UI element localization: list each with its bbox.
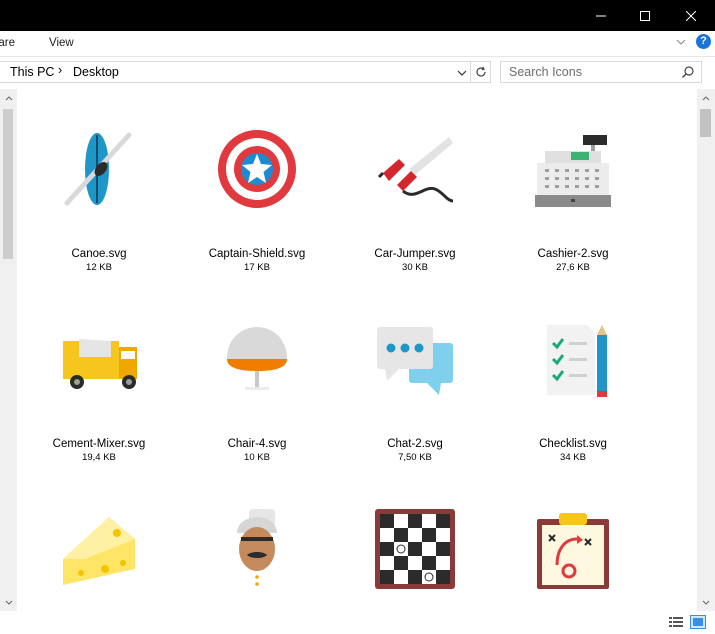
- title-bar: [0, 0, 715, 31]
- chef-icon: [237, 509, 277, 589]
- file-item-car-jumper[interactable]: Car-Jumper.svg 30 KB: [335, 89, 495, 279]
- status-bar: [0, 611, 715, 634]
- maximize-button[interactable]: [622, 0, 668, 31]
- file-item-clipboard[interactable]: [493, 469, 653, 611]
- file-size: 10 KB: [244, 452, 270, 463]
- file-item-checklist[interactable]: Checklist.svg 34 KB: [493, 279, 653, 469]
- file-item-canoe[interactable]: Canoe.svg 12 KB: [19, 89, 179, 279]
- file-item-chat-2[interactable]: Chat-2.svg 7,50 KB: [335, 279, 495, 469]
- file-grid: Canoe.svg 12 KB Captain-Shield.svg 17 KB: [17, 89, 697, 611]
- scroll-thumb[interactable]: [3, 109, 13, 259]
- scroll-down-arrow[interactable]: [0, 594, 17, 611]
- minimize-button[interactable]: [578, 0, 624, 31]
- file-size: 30 KB: [402, 262, 428, 273]
- file-size: 7,50 KB: [398, 452, 432, 463]
- right-scrollbar[interactable]: [697, 89, 715, 611]
- scroll-thumb[interactable]: [700, 109, 711, 137]
- search-box[interactable]: Search Icons: [500, 61, 702, 83]
- refresh-button[interactable]: [471, 61, 491, 83]
- tab-share[interactable]: hare: [0, 37, 15, 49]
- file-explorer-window: hare View ? This PC › Desktop Search Ico…: [0, 0, 715, 634]
- large-icons-view-icon[interactable]: [690, 615, 706, 629]
- file-name: Chair-4.svg: [227, 438, 287, 450]
- file-name: Captain-Shield.svg: [208, 248, 306, 260]
- address-row: This PC › Desktop Search Icons: [0, 57, 715, 89]
- file-item-chair-4[interactable]: Chair-4.svg 10 KB: [177, 279, 337, 469]
- file-item-chef[interactable]: [177, 469, 337, 611]
- chevron-down-icon[interactable]: [674, 35, 688, 49]
- scroll-up-arrow[interactable]: [697, 89, 714, 106]
- help-icon[interactable]: ?: [696, 34, 711, 49]
- file-size: 27,6 KB: [556, 262, 590, 273]
- scroll-up-arrow[interactable]: [0, 89, 17, 106]
- file-item-cashier-2[interactable]: Cashier-2.svg 27,6 KB: [493, 89, 653, 279]
- file-item-captain-shield[interactable]: Captain-Shield.svg 17 KB: [177, 89, 337, 279]
- file-name: Car-Jumper.svg: [374, 248, 456, 260]
- file-size: 12 KB: [86, 262, 112, 273]
- file-name: Chat-2.svg: [387, 438, 443, 450]
- left-scrollbar[interactable]: [0, 89, 17, 611]
- file-size: 17 KB: [244, 262, 270, 273]
- search-input[interactable]: Search Icons: [509, 65, 582, 79]
- close-icon: [686, 10, 696, 21]
- file-view: Canoe.svg 12 KB Captain-Shield.svg 17 KB: [0, 89, 715, 634]
- file-item-chess[interactable]: [335, 469, 495, 611]
- file-item-cement-mixer[interactable]: Cement-Mixer.svg 19,4 KB: [19, 279, 179, 469]
- file-size: 19,4 KB: [82, 452, 116, 463]
- breadcrumb-separator[interactable]: ›: [58, 63, 62, 77]
- cement-mixer-icon: [63, 339, 137, 389]
- tab-view[interactable]: View: [49, 37, 74, 49]
- cash-register-icon: [535, 135, 611, 207]
- scroll-down-arrow[interactable]: [697, 594, 714, 611]
- chair-icon: [227, 327, 287, 390]
- minimize-icon: [596, 15, 606, 16]
- maximize-icon: [640, 10, 650, 21]
- ribbon-tabs: hare View ?: [0, 31, 715, 57]
- details-view-icon[interactable]: [668, 615, 684, 629]
- clipboard-tactics-icon: [537, 513, 609, 589]
- refresh-icon: [475, 66, 486, 77]
- checklist-icon: [547, 325, 607, 397]
- file-name: Cashier-2.svg: [537, 248, 609, 260]
- search-icon[interactable]: [681, 65, 695, 79]
- chat-icon: [377, 327, 453, 395]
- close-button[interactable]: [668, 0, 714, 31]
- file-item-cheese[interactable]: [19, 469, 179, 611]
- chess-board-icon: [375, 509, 455, 589]
- captain-shield-icon: [218, 130, 296, 208]
- address-bar[interactable]: This PC › Desktop: [0, 61, 471, 83]
- file-size: 34 KB: [560, 452, 586, 463]
- breadcrumb-desktop[interactable]: Desktop: [73, 65, 119, 79]
- breadcrumb-this-pc[interactable]: This PC: [10, 65, 54, 79]
- cheese-icon: [63, 517, 135, 585]
- file-name: Canoe.svg: [71, 248, 127, 260]
- chevron-down-icon[interactable]: [455, 66, 469, 80]
- file-name: Cement-Mixer.svg: [52, 438, 146, 450]
- file-name: Checklist.svg: [539, 438, 607, 450]
- car-jumper-icon: [377, 137, 454, 203]
- canoe-icon: [64, 132, 132, 206]
